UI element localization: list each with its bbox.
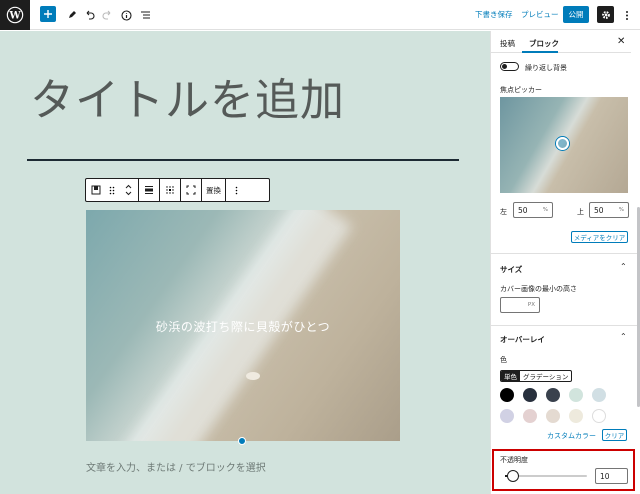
cover-block-icon[interactable]	[90, 183, 102, 197]
settings-gear-icon[interactable]	[597, 6, 614, 23]
redo-icon[interactable]	[98, 6, 116, 24]
block-type-group	[86, 179, 139, 201]
overlay-section-title[interactable]: オーバーレイ	[500, 334, 545, 345]
focal-left-unit: %	[542, 207, 548, 213]
color-swatch[interactable]	[546, 409, 560, 423]
focal-top-unit: %	[618, 207, 624, 213]
active-tab-indicator	[522, 51, 558, 53]
block-toolbar: 置換	[85, 178, 270, 202]
focal-point-picker[interactable]	[500, 97, 628, 193]
add-block-button[interactable]	[40, 6, 56, 22]
shell-in-image	[246, 372, 260, 380]
focal-left-value: 50	[518, 205, 528, 215]
replace-button[interactable]: 置換	[206, 185, 221, 196]
section-divider	[491, 253, 637, 254]
repeat-background-label: 繰り返し背景	[525, 64, 567, 72]
cover-text[interactable]: 砂浜の波打ち際に貝殻がひとつ	[86, 318, 400, 335]
align-full-icon[interactable]	[143, 183, 155, 197]
color-swatch[interactable]	[500, 409, 514, 423]
wordpress-logo-icon[interactable]: W	[0, 0, 30, 30]
min-height-label: カバー画像の最小の高さ	[500, 285, 577, 293]
full-height-icon[interactable]	[185, 183, 197, 197]
sidebar-tabs: 投稿 ブロック ✕	[491, 31, 631, 53]
edit-pencil-icon[interactable]	[63, 6, 81, 24]
alignment-group	[139, 179, 160, 201]
more-options-icon[interactable]	[618, 6, 636, 24]
chevron-up-icon[interactable]: ⌃	[620, 262, 627, 271]
clear-media-button[interactable]: メディアをクリア	[571, 231, 628, 243]
drag-handle-icon[interactable]	[106, 183, 118, 197]
save-draft-button[interactable]: 下書き保存	[475, 9, 513, 20]
color-swatch[interactable]	[500, 388, 514, 402]
repeat-background-toggle[interactable]	[500, 62, 519, 71]
tab-post[interactable]: 投稿	[500, 38, 515, 49]
content-position-icon[interactable]	[164, 183, 176, 197]
fullscreen-group	[181, 179, 202, 201]
section-divider	[491, 325, 637, 326]
solid-color-tab[interactable]: 単色	[501, 371, 520, 381]
content-position-group	[160, 179, 181, 201]
cover-block-image[interactable]: 砂浜の波打ち際に貝殻がひとつ	[86, 210, 400, 441]
color-label: 色	[500, 356, 507, 364]
preview-button[interactable]: プレビュー	[521, 9, 559, 20]
color-swatch[interactable]	[569, 388, 583, 402]
block-options-icon[interactable]	[230, 183, 242, 197]
publish-button[interactable]: 公開	[563, 6, 589, 23]
top-label: 上	[577, 208, 584, 216]
focal-top-value: 50	[594, 205, 604, 215]
color-swatch[interactable]	[569, 409, 583, 423]
replace-group: 置換	[202, 179, 226, 201]
tab-block[interactable]: ブロック	[529, 38, 559, 49]
move-up-down-icon[interactable]	[122, 183, 134, 197]
settings-sidebar: 投稿 ブロック ✕ 繰り返し背景 焦点ピッカー 左 50 % 上 50 % メデ…	[490, 31, 640, 494]
post-title[interactable]: タイトルを追加	[30, 64, 345, 128]
min-height-input[interactable]: PX	[500, 297, 540, 313]
cover-resize-handle[interactable]	[238, 437, 246, 445]
min-height-unit: PX	[527, 302, 535, 308]
size-section-title[interactable]: サイズ	[500, 264, 522, 275]
toggle-knob	[502, 64, 507, 69]
chevron-up-icon[interactable]: ⌃	[620, 332, 627, 341]
color-swatch[interactable]	[523, 409, 537, 423]
list-view-icon[interactable]	[136, 6, 154, 24]
focal-point-handle[interactable]	[556, 137, 569, 150]
left-label: 左	[500, 208, 507, 216]
editor-top-toolbar: W 下書き保存 プレビュー 公開	[0, 0, 640, 30]
color-swatch[interactable]	[592, 409, 606, 423]
gradient-tab[interactable]: グラデーション	[520, 371, 571, 381]
svg-text:W: W	[8, 11, 21, 22]
undo-icon[interactable]	[80, 6, 98, 24]
focal-left-input[interactable]: 50 %	[513, 202, 553, 218]
paragraph-placeholder[interactable]: 文章を入力、または / でブロックを選択	[86, 459, 266, 474]
custom-color-button[interactable]: カスタムカラー	[547, 431, 596, 441]
close-sidebar-icon[interactable]: ✕	[617, 36, 625, 47]
color-type-toggle: 単色 グラデーション	[500, 370, 573, 382]
color-swatch[interactable]	[546, 388, 560, 402]
editor-canvas: タイトルを追加 置換 砂浜の波打ち際に貝殻がひとつ 文章を入力、または / でブ…	[0, 31, 490, 494]
opacity-highlight-box	[492, 449, 635, 491]
block-options-group	[226, 179, 246, 201]
clear-color-button[interactable]: クリア	[602, 429, 627, 441]
info-icon[interactable]	[117, 6, 135, 24]
color-swatch[interactable]	[523, 388, 537, 402]
color-swatch[interactable]	[592, 388, 606, 402]
separator-block[interactable]	[27, 159, 459, 161]
focal-picker-label: 焦点ピッカー	[500, 86, 542, 94]
focal-top-input[interactable]: 50 %	[589, 202, 629, 218]
